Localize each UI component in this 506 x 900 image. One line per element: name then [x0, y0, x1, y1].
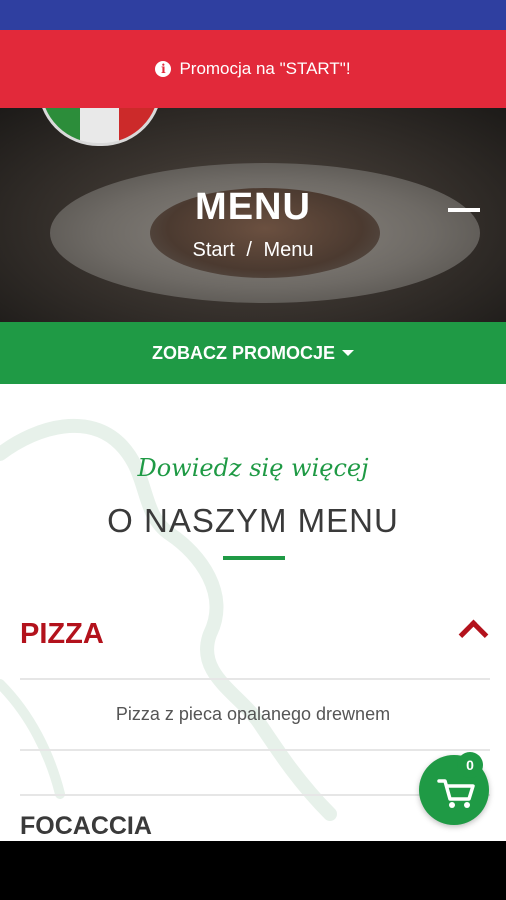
breadcrumb-home-link[interactable]: Start: [193, 239, 235, 261]
hero-header: MENU Start / Menu: [0, 108, 506, 322]
breadcrumb: Start / Menu: [0, 239, 506, 262]
promo-banner-text: Promocja na "START"!: [179, 59, 351, 78]
category-description: Pizza z pieca opalanego drewnem: [115, 704, 391, 724]
caret-down-icon: [342, 350, 354, 356]
breadcrumb-separator: /: [246, 239, 252, 261]
info-icon: i: [155, 61, 172, 77]
section-title: O NASZYM MENU: [107, 502, 399, 539]
promo-banner[interactable]: i Promocja na "START"!: [0, 30, 506, 108]
system-navigation-bar: [0, 841, 506, 900]
see-promotions-label: ZOBACZ PROMOCJE: [151, 342, 335, 363]
page-title: MENU: [195, 186, 311, 228]
breadcrumb-current: Menu: [263, 239, 314, 261]
category-name: PIZZA: [20, 618, 104, 650]
divider: [20, 749, 490, 751]
category-name-focaccia[interactable]: FOCACCIA: [20, 812, 152, 841]
divider: [20, 678, 490, 680]
see-promotions-button[interactable]: ZOBACZ PROMOCJE: [0, 322, 506, 384]
section-eyebrow: Dowiedz się więcej: [137, 454, 369, 482]
restaurant-logo[interactable]: [38, 108, 162, 146]
cart-count-badge: 0: [457, 752, 483, 778]
chevron-up-icon: [458, 619, 489, 650]
status-bar: [0, 0, 506, 30]
category-header-pizza[interactable]: PIZZA: [20, 612, 490, 660]
title-underline: [223, 556, 285, 560]
